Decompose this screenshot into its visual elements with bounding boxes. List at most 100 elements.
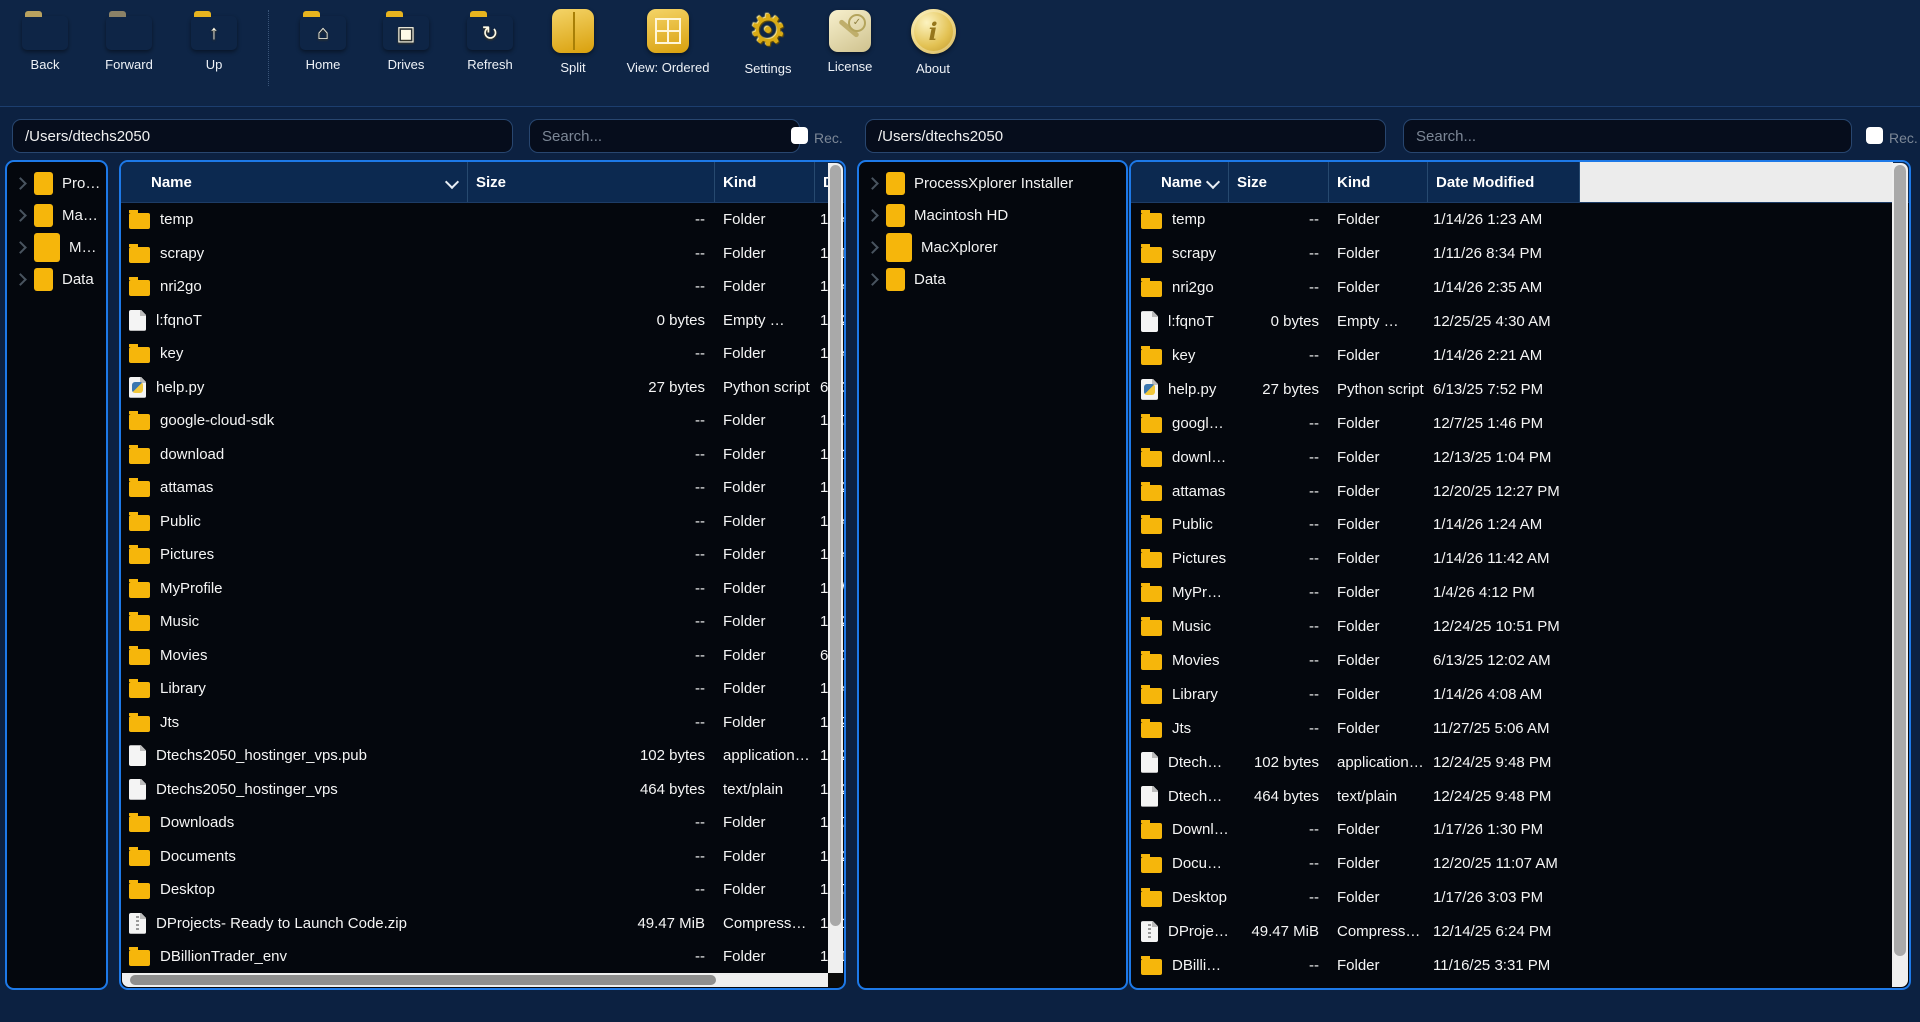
left-vertical-scrollbar-thumb[interactable]	[830, 165, 841, 926]
file-row[interactable]: Jts--Folder11/27/25 5:06 AM	[121, 706, 844, 740]
column-header-date-modified[interactable]: Date Modified	[815, 162, 829, 202]
file-row[interactable]: l:fqnoT0 bytesEmpty …12/25/25 4:30 AM	[121, 304, 844, 338]
toolbar-split-button[interactable]: Split	[527, 8, 619, 75]
file-row[interactable]: nri2go--Folder1/14/26 2:35 AM	[1131, 271, 1909, 305]
column-header-name[interactable]: Name	[1131, 162, 1229, 202]
left-horizontal-scrollbar-thumb[interactable]	[130, 975, 716, 985]
column-header-kind[interactable]: Kind	[1329, 162, 1428, 202]
file-row[interactable]: help.py27 bytesPython script6/13/25 7:52…	[1131, 372, 1909, 406]
right-path-input[interactable]	[865, 119, 1386, 153]
file-row[interactable]: Downloads--Folder1/17/26 1:30 PM	[121, 806, 844, 840]
file-row[interactable]: attamas--Folder12/20/25 12:27 PM	[1131, 474, 1909, 508]
file-row[interactable]: Downloads--Folder1/17/26 1:30 PM	[1131, 813, 1909, 847]
file-size: --	[1229, 821, 1329, 838]
sidebar-item[interactable]: Data	[859, 264, 1126, 294]
file-row[interactable]: Library--Folder1/14/26 4:08 AM	[1131, 677, 1909, 711]
sidebar-item[interactable]: MacXplorer	[7, 232, 106, 262]
file-row[interactable]: Public--Folder1/14/26 1:24 AM	[121, 505, 844, 539]
column-header-date-modified[interactable]: Date Modified	[1428, 162, 1580, 202]
file-row[interactable]: Public--Folder1/14/26 1:24 AM	[1131, 508, 1909, 542]
left-vertical-scrollbar[interactable]	[828, 163, 843, 973]
file-kind: Folder	[1329, 957, 1428, 974]
file-row[interactable]: Desktop--Folder1/17/26 3:03 PM	[1131, 881, 1909, 915]
right-search-input[interactable]	[1403, 119, 1852, 153]
file-kind: text/plain	[715, 781, 815, 798]
file-row[interactable]: download--Folder12/13/25 1:04 PM	[1131, 440, 1909, 474]
toolbar-about-button[interactable]: iAbout	[887, 8, 979, 76]
column-header-kind[interactable]: Kind	[715, 162, 815, 202]
file-row[interactable]: Documents--Folder12/20/25 11:07 AM	[121, 840, 844, 874]
file-row[interactable]: Library--Folder1/14/26 4:08 AM	[121, 672, 844, 706]
toolbar-drives-button[interactable]: ▣Drives	[360, 8, 452, 72]
right-recursive-checkbox[interactable]	[1866, 127, 1883, 144]
file-kind: Folder	[1329, 889, 1428, 906]
file-row[interactable]: key--Folder1/14/26 2:21 AM	[121, 337, 844, 371]
right-vertical-scrollbar-thumb[interactable]	[1894, 165, 1906, 956]
file-row[interactable]	[1131, 982, 1909, 989]
column-header-size[interactable]: Size	[1229, 162, 1329, 202]
file-row[interactable]: help.py27 bytesPython script6/13/25 7:52…	[121, 371, 844, 405]
file-row[interactable]: Dtechs2050_hostinger_vps464 bytestext/pl…	[1131, 779, 1909, 813]
file-row[interactable]: Pictures--Folder1/14/26 11:42 AM	[1131, 542, 1909, 576]
file-row[interactable]: Music--Folder12/24/25 10:51 PM	[121, 605, 844, 639]
toolbar-forward-button[interactable]: Forward	[83, 8, 175, 72]
toolbar: BackForward↑Up ⌂Home▣Drives↻RefreshSplitV…	[0, 0, 1920, 107]
column-header-size[interactable]: Size	[468, 162, 715, 202]
file-row[interactable]: Jts--Folder11/27/25 5:06 AM	[1131, 711, 1909, 745]
file-row[interactable]: DBillionTrader_env--Folder11/16/25 3:31 …	[1131, 949, 1909, 983]
column-header-name[interactable]: Name	[121, 162, 468, 202]
left-search-input[interactable]	[529, 119, 800, 153]
file-size: --	[468, 580, 715, 597]
file-name: key	[160, 345, 468, 362]
file-size: --	[468, 613, 715, 630]
file-row[interactable]: temp--Folder1/14/26 1:23 AM	[1131, 203, 1909, 237]
file-row[interactable]: Dtechs2050_hostinger_vps464 bytestext/pl…	[121, 773, 844, 807]
file-name: scrapy	[1172, 245, 1229, 262]
file-row[interactable]: google-cloud-sdk--Folder12/7/25 1:46 PM	[121, 404, 844, 438]
file-row[interactable]: Dtechs2050_hostinger_vps.pub102 bytesapp…	[121, 739, 844, 773]
file-date-modified: 11/27/25 5:06 AM	[1428, 720, 1580, 737]
toolbar-back-button[interactable]: Back	[0, 8, 91, 72]
toolbar-license-button[interactable]: License	[804, 8, 896, 74]
left-path-input[interactable]	[12, 119, 513, 153]
file-row[interactable]: Documents--Folder12/20/25 11:07 AM	[1131, 847, 1909, 881]
file-row[interactable]: temp--Folder1/14/26 1:23 AM	[121, 203, 844, 237]
file-row[interactable]: download--Folder12/13/25 1:04 PM	[121, 438, 844, 472]
file-row[interactable]: Pictures--Folder1/14/26 11:42 AM	[121, 538, 844, 572]
file-row[interactable]: nri2go--Folder1/14/26 2:35 AM	[121, 270, 844, 304]
sidebar-item[interactable]: Data	[7, 264, 106, 294]
file-row[interactable]: scrapy--Folder1/11/26 8:34 PM	[1131, 237, 1909, 271]
toolbar-home-button[interactable]: ⌂Home	[277, 8, 369, 72]
file-row[interactable]: MyProfile--Folder1/4/26 4:12 PM	[1131, 576, 1909, 610]
file-row[interactable]: key--Folder1/14/26 2:21 AM	[1131, 339, 1909, 373]
file-row[interactable]: Music--Folder12/24/25 10:51 PM	[1131, 610, 1909, 644]
toolbar-settings-button[interactable]: ⚙Settings	[722, 8, 814, 76]
toolbar-up-button[interactable]: ↑Up	[168, 8, 260, 72]
file-row[interactable]: Movies--Folder6/13/25 12:02 AM	[121, 639, 844, 673]
file-row[interactable]: Dtechs2050_hostinger_vps.pub102 bytesapp…	[1131, 745, 1909, 779]
file-row[interactable]: MyProfile--Folder1/4/26 4:12 PM	[121, 572, 844, 606]
toolbar-refresh-button[interactable]: ↻Refresh	[444, 8, 536, 72]
left-horizontal-scrollbar[interactable]	[122, 973, 828, 987]
file-row[interactable]: scrapy--Folder1/11/26 8:34 PM	[121, 237, 844, 271]
file-size: --	[1229, 279, 1329, 296]
file-row[interactable]: DBillionTrader_env--Folder11/16/25 3:31 …	[121, 940, 844, 974]
folder-icon	[1141, 722, 1162, 738]
sidebar-item[interactable]: Macintosh HD	[859, 200, 1126, 230]
file-row[interactable]: DProjects- Ready to Launch Code.zip49.47…	[121, 907, 844, 941]
sidebar-item[interactable]: MacXplorer	[859, 232, 1126, 262]
sidebar-item[interactable]: ProcessXplorer Installer	[859, 168, 1126, 198]
file-row[interactable]: l:fqnoT0 bytesEmpty …12/25/25 4:30 AM	[1131, 305, 1909, 339]
folder-icon	[129, 615, 150, 631]
file-row[interactable]: DProjects- Ready to Launch Code.zip49.47…	[1131, 915, 1909, 949]
left-recursive-checkbox[interactable]	[791, 127, 808, 144]
sidebar-item[interactable]: ProcessXplorer Installer	[7, 168, 106, 198]
file-row[interactable]: google-cloud-sdk--Folder12/7/25 1:46 PM	[1131, 406, 1909, 440]
python-logo-glyph	[1144, 384, 1155, 395]
right-vertical-scrollbar[interactable]	[1892, 163, 1908, 987]
toolbar-view-ordered-button[interactable]: View: Ordered	[622, 8, 714, 75]
file-row[interactable]: Movies--Folder6/13/25 12:02 AM	[1131, 644, 1909, 678]
file-row[interactable]: attamas--Folder12/20/25 12:27 PM	[121, 471, 844, 505]
sidebar-item[interactable]: Macintosh HD	[7, 200, 106, 230]
file-row[interactable]: Desktop--Folder1/17/26 3:03 PM	[121, 873, 844, 907]
